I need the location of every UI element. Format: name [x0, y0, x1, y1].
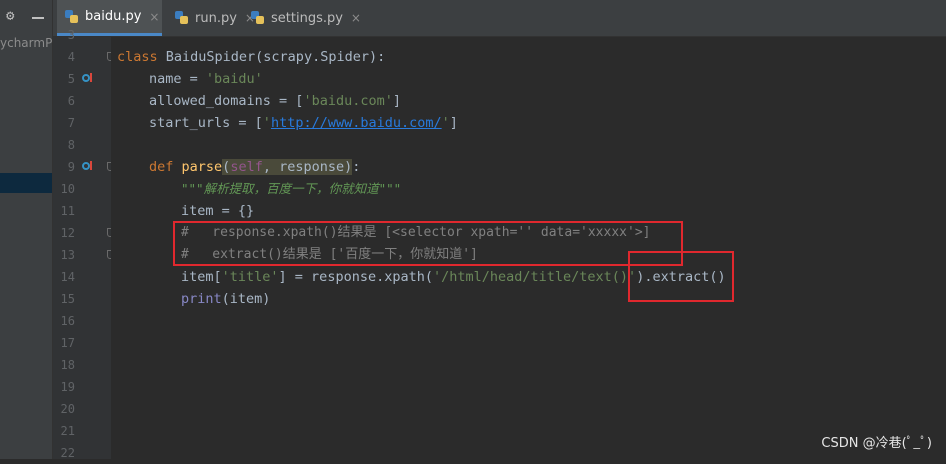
project-sidebar: ⚙ ycharmPr — [0, 0, 53, 459]
code-text: name = — [149, 71, 206, 87]
code-line-7[interactable]: start_urls = ['http://www.baidu.com/'] — [149, 112, 458, 134]
keyword: def — [149, 159, 174, 175]
line-number: 12 — [60, 226, 75, 240]
minimize-icon[interactable] — [32, 17, 44, 19]
line-number: 13 — [60, 248, 75, 262]
python-file-icon — [251, 11, 265, 25]
line-number: 4 — [67, 50, 75, 64]
override-method-icon[interactable] — [82, 73, 94, 85]
annotation-box-extract — [628, 251, 734, 302]
line-number: 3 — [67, 28, 75, 42]
sidebar-toolbar: ⚙ — [0, 0, 52, 36]
string-literal: '/html/head/title/text()' — [432, 269, 637, 285]
override-method-icon[interactable] — [82, 161, 94, 173]
code-text: item = {} — [181, 203, 255, 219]
tab-label: run.py — [195, 10, 237, 26]
line-number: 10 — [60, 182, 75, 196]
string-literal: 'title' — [221, 269, 279, 285]
project-tree-selected-row[interactable] — [0, 173, 52, 193]
code-line-11[interactable]: item = {} — [181, 200, 254, 222]
code-text: , response) — [262, 159, 353, 175]
code-text: start_urls = [ — [149, 115, 263, 131]
line-number: 6 — [67, 94, 75, 108]
close-icon[interactable]: × — [149, 10, 159, 24]
code-line-6[interactable]: allowed_domains = ['baidu.com'] — [149, 90, 401, 112]
line-number: 20 — [60, 402, 75, 416]
annotation-box-comments — [173, 221, 683, 266]
string-literal: 'baidu.com' — [303, 93, 393, 109]
builtin-function: print — [181, 291, 222, 307]
editor-tab-bar: baidu.py × run.py × settings.py × — [53, 0, 946, 37]
code-text: item[ — [181, 269, 222, 285]
code-text: BaiduSpider(scrapy.Spider): — [157, 49, 386, 65]
code-line-5[interactable]: name = 'baidu' — [149, 68, 263, 90]
line-number: 9 — [67, 160, 75, 174]
self-param: self — [230, 159, 263, 175]
line-number: 14 — [60, 270, 75, 284]
tab-label: settings.py — [271, 10, 343, 26]
code-line-9[interactable]: def parse(self, response): — [149, 156, 360, 178]
code-text: ] — [392, 93, 401, 109]
string-literal: ' — [262, 115, 271, 131]
line-number: 17 — [60, 336, 75, 350]
watermark: CSDN @冷巷(ﾟ_ﾟ) — [821, 436, 932, 451]
line-number: 15 — [60, 292, 75, 306]
line-number: 5 — [67, 72, 75, 86]
close-icon[interactable]: × — [351, 11, 361, 25]
python-file-icon — [175, 11, 189, 25]
code-text: (item) — [221, 291, 271, 307]
line-number: 11 — [60, 204, 75, 218]
code-text: : — [352, 159, 361, 175]
line-number: 16 — [60, 314, 75, 328]
code-line-4[interactable]: class BaiduSpider(scrapy.Spider): — [117, 46, 385, 68]
line-number: 18 — [60, 358, 75, 372]
function-name: parse — [181, 159, 223, 175]
line-number: 22 — [60, 446, 75, 460]
code-line-10[interactable]: """解析提取，百度一下，你就知道""" — [181, 178, 401, 200]
code-line-15[interactable]: print(item) — [181, 288, 270, 310]
string-literal: ' — [441, 115, 450, 131]
gear-icon[interactable]: ⚙ — [6, 9, 20, 23]
tab-label: baidu.py — [85, 9, 142, 24]
string-literal: 'baidu' — [205, 71, 263, 87]
line-number: 19 — [60, 380, 75, 394]
docstring: """解析提取，百度一下，你就知道""" — [181, 181, 402, 196]
tab-settings-py[interactable]: settings.py × — [243, 0, 381, 36]
line-number: 21 — [60, 424, 75, 438]
keyword: class — [117, 49, 158, 65]
line-number: 7 — [67, 116, 75, 130]
line-number: 8 — [67, 138, 75, 152]
url-link[interactable]: http://www.baidu.com/ — [271, 115, 442, 131]
python-file-icon — [65, 9, 79, 24]
code-text: ] — [449, 115, 458, 131]
code-text: allowed_domains = [ — [149, 93, 304, 109]
code-text: ] = response.xpath( — [278, 269, 433, 285]
project-tree-root[interactable]: ycharmPr — [0, 36, 52, 50]
